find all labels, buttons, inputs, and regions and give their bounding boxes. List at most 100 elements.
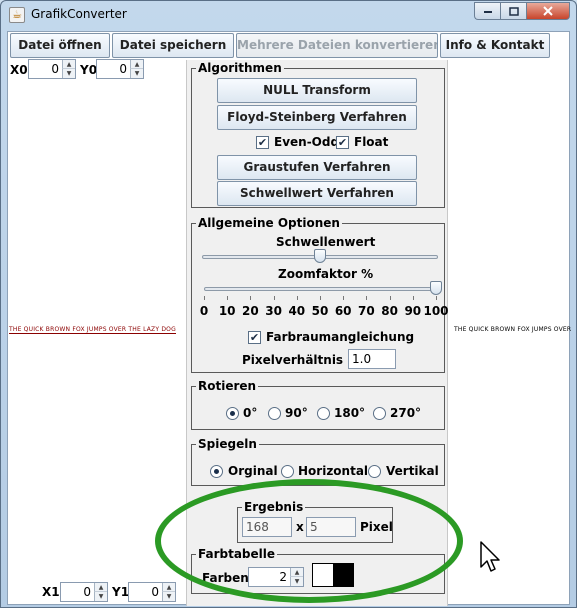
mirror-original-radio[interactable] [210, 465, 223, 478]
close-icon [543, 6, 553, 16]
spin-up-icon[interactable]: ▲ [130, 60, 143, 69]
colors-label: Farben: [202, 571, 254, 585]
rotate-270-radio[interactable] [373, 407, 386, 420]
result-width-field: 168 [242, 517, 292, 537]
colors-spinner[interactable]: 2 ▲ ▼ [248, 567, 304, 587]
result-unit-label: Pixel [360, 520, 393, 534]
zoom-tick-label: 20 [242, 304, 259, 318]
zoom-tick-label: 80 [381, 304, 398, 318]
algorithms-group: Algorithmen NULL Transform Floyd-Steinbe… [191, 60, 445, 208]
zoom-tick [204, 296, 205, 300]
maximize-icon [508, 6, 519, 16]
color-match-checkbox[interactable]: ✔ [248, 331, 261, 344]
spin-up-icon[interactable]: ▲ [162, 583, 175, 592]
x0-value[interactable]: 0 [29, 60, 62, 78]
rotate-90-radio[interactable] [268, 407, 281, 420]
threshold-label: Schwellenwert [276, 235, 376, 249]
save-file-button[interactable]: Datei speichern [112, 33, 234, 58]
zoom-tick [227, 296, 229, 300]
checkmark-icon: ✔ [257, 136, 268, 149]
spin-down-icon[interactable]: ▼ [62, 69, 75, 78]
spin-up-icon[interactable]: ▲ [94, 583, 107, 592]
x1-spinner[interactable]: 0 ▲ ▼ [60, 582, 108, 602]
grayscale-button[interactable]: Graustufen Verfahren [217, 155, 417, 180]
rotate-180-radio[interactable] [317, 407, 330, 420]
zoom-tick [366, 296, 368, 300]
floyd-steinberg-button[interactable]: Floyd-Steinberg Verfahren [217, 105, 417, 130]
zoom-tick [389, 296, 391, 300]
spin-up-icon[interactable]: ▲ [290, 568, 303, 577]
window-title: GrafikConverter [31, 7, 127, 21]
rotate-title: Rotieren [196, 378, 259, 394]
client-area: Datei öffnen Datei speichern Mehrere Dat… [7, 31, 571, 606]
null-transform-button[interactable]: NULL Transform [217, 78, 417, 103]
threshold-slider-thumb[interactable] [314, 249, 326, 263]
aspect-ratio-input[interactable]: 1.0 [348, 349, 396, 369]
spin-down-icon[interactable]: ▼ [162, 592, 175, 601]
y0-spinner[interactable]: 0 ▲ ▼ [96, 59, 144, 79]
zoom-tick-label: 90 [404, 304, 422, 318]
spin-down-icon[interactable]: ▼ [130, 69, 143, 78]
x1-value[interactable]: 0 [61, 583, 94, 601]
zoom-slider-track[interactable] [204, 287, 436, 291]
title-bar[interactable]: ☕ GrafikConverter [1, 1, 576, 29]
zoom-tick [320, 296, 321, 300]
zoom-slider-thumb[interactable] [430, 281, 442, 295]
minimize-icon [483, 11, 492, 13]
zoom-tick-label: 60 [334, 304, 352, 318]
x1-label: X1 [42, 585, 60, 599]
open-file-button[interactable]: Datei öffnen [10, 33, 110, 58]
source-preview-text: THE QUICK BROWN FOX JUMPS OVER THE LAZY … [9, 326, 176, 334]
x0-label: X0 [10, 63, 28, 77]
result-title: Ergebnis [242, 499, 306, 515]
zoom-tick-label: 70 [358, 304, 375, 318]
info-contact-button[interactable]: Info & Kontakt [440, 33, 550, 58]
threshold-button[interactable]: Schwellwert Verfahren [217, 181, 417, 206]
float-checkbox[interactable]: ✔ [336, 136, 349, 149]
result-times-label: x [296, 520, 304, 534]
palette-title: Farbtabelle [196, 546, 278, 562]
mirror-group: Spiegeln Orginal Horizontal Vertikal [191, 436, 445, 486]
colors-value[interactable]: 2 [249, 568, 290, 586]
result-height-field: 5 [306, 517, 356, 537]
window-controls [474, 2, 570, 20]
maximize-button[interactable] [500, 2, 526, 20]
checkmark-icon: ✔ [337, 136, 348, 149]
checkmark-icon: ✔ [249, 331, 260, 344]
y0-label: Y0 [80, 63, 98, 77]
zoom-tick-label: 30 [265, 304, 282, 318]
mirror-vertical-radio[interactable] [368, 465, 381, 478]
mirror-vertical-label: Vertikal [386, 464, 439, 478]
rotate-180-label: 180° [334, 406, 366, 420]
float-label: Float [354, 135, 389, 149]
zoom-tick [343, 296, 345, 300]
even-odd-checkbox[interactable]: ✔ [256, 136, 269, 149]
mirror-original-label: Orginal [228, 464, 278, 478]
zoom-tick [296, 296, 298, 300]
mirror-horizontal-radio[interactable] [281, 465, 294, 478]
y1-label: Y1 [112, 585, 130, 599]
x0-spinner[interactable]: 0 ▲ ▼ [28, 59, 76, 79]
palette-group: Farbtabelle Farben: 2 ▲ ▼ [191, 546, 445, 594]
y0-value[interactable]: 0 [97, 60, 130, 78]
zoom-tick-label: 0 [199, 304, 209, 318]
mouse-cursor-icon [480, 541, 500, 572]
app-window: ☕ GrafikConverter Datei öffnen Datei spe… [0, 0, 577, 608]
minimize-button[interactable] [474, 2, 500, 20]
spin-up-icon[interactable]: ▲ [62, 60, 75, 69]
zoom-tick [436, 296, 437, 300]
spin-down-icon[interactable]: ▼ [290, 577, 303, 586]
options-panel: Algorithmen NULL Transform Floyd-Steinbe… [186, 60, 449, 606]
zoom-label: Zoomfaktor % [278, 267, 374, 281]
close-button[interactable] [526, 2, 570, 20]
color-match-label: Farbraumangleichung [266, 330, 415, 344]
y1-value[interactable]: 0 [129, 583, 162, 601]
y1-spinner[interactable]: 0 ▲ ▼ [128, 582, 176, 602]
general-options-title: Allgemeine Optionen [196, 215, 342, 231]
zoom-tick-label: 10 [218, 304, 236, 318]
algorithms-title: Algorithmen [196, 60, 284, 76]
rotate-90-label: 90° [285, 406, 308, 420]
spin-down-icon[interactable]: ▼ [94, 592, 107, 601]
rotate-0-radio[interactable] [226, 407, 239, 420]
batch-convert-button[interactable]: Mehrere Dateien konvertieren [236, 33, 438, 58]
